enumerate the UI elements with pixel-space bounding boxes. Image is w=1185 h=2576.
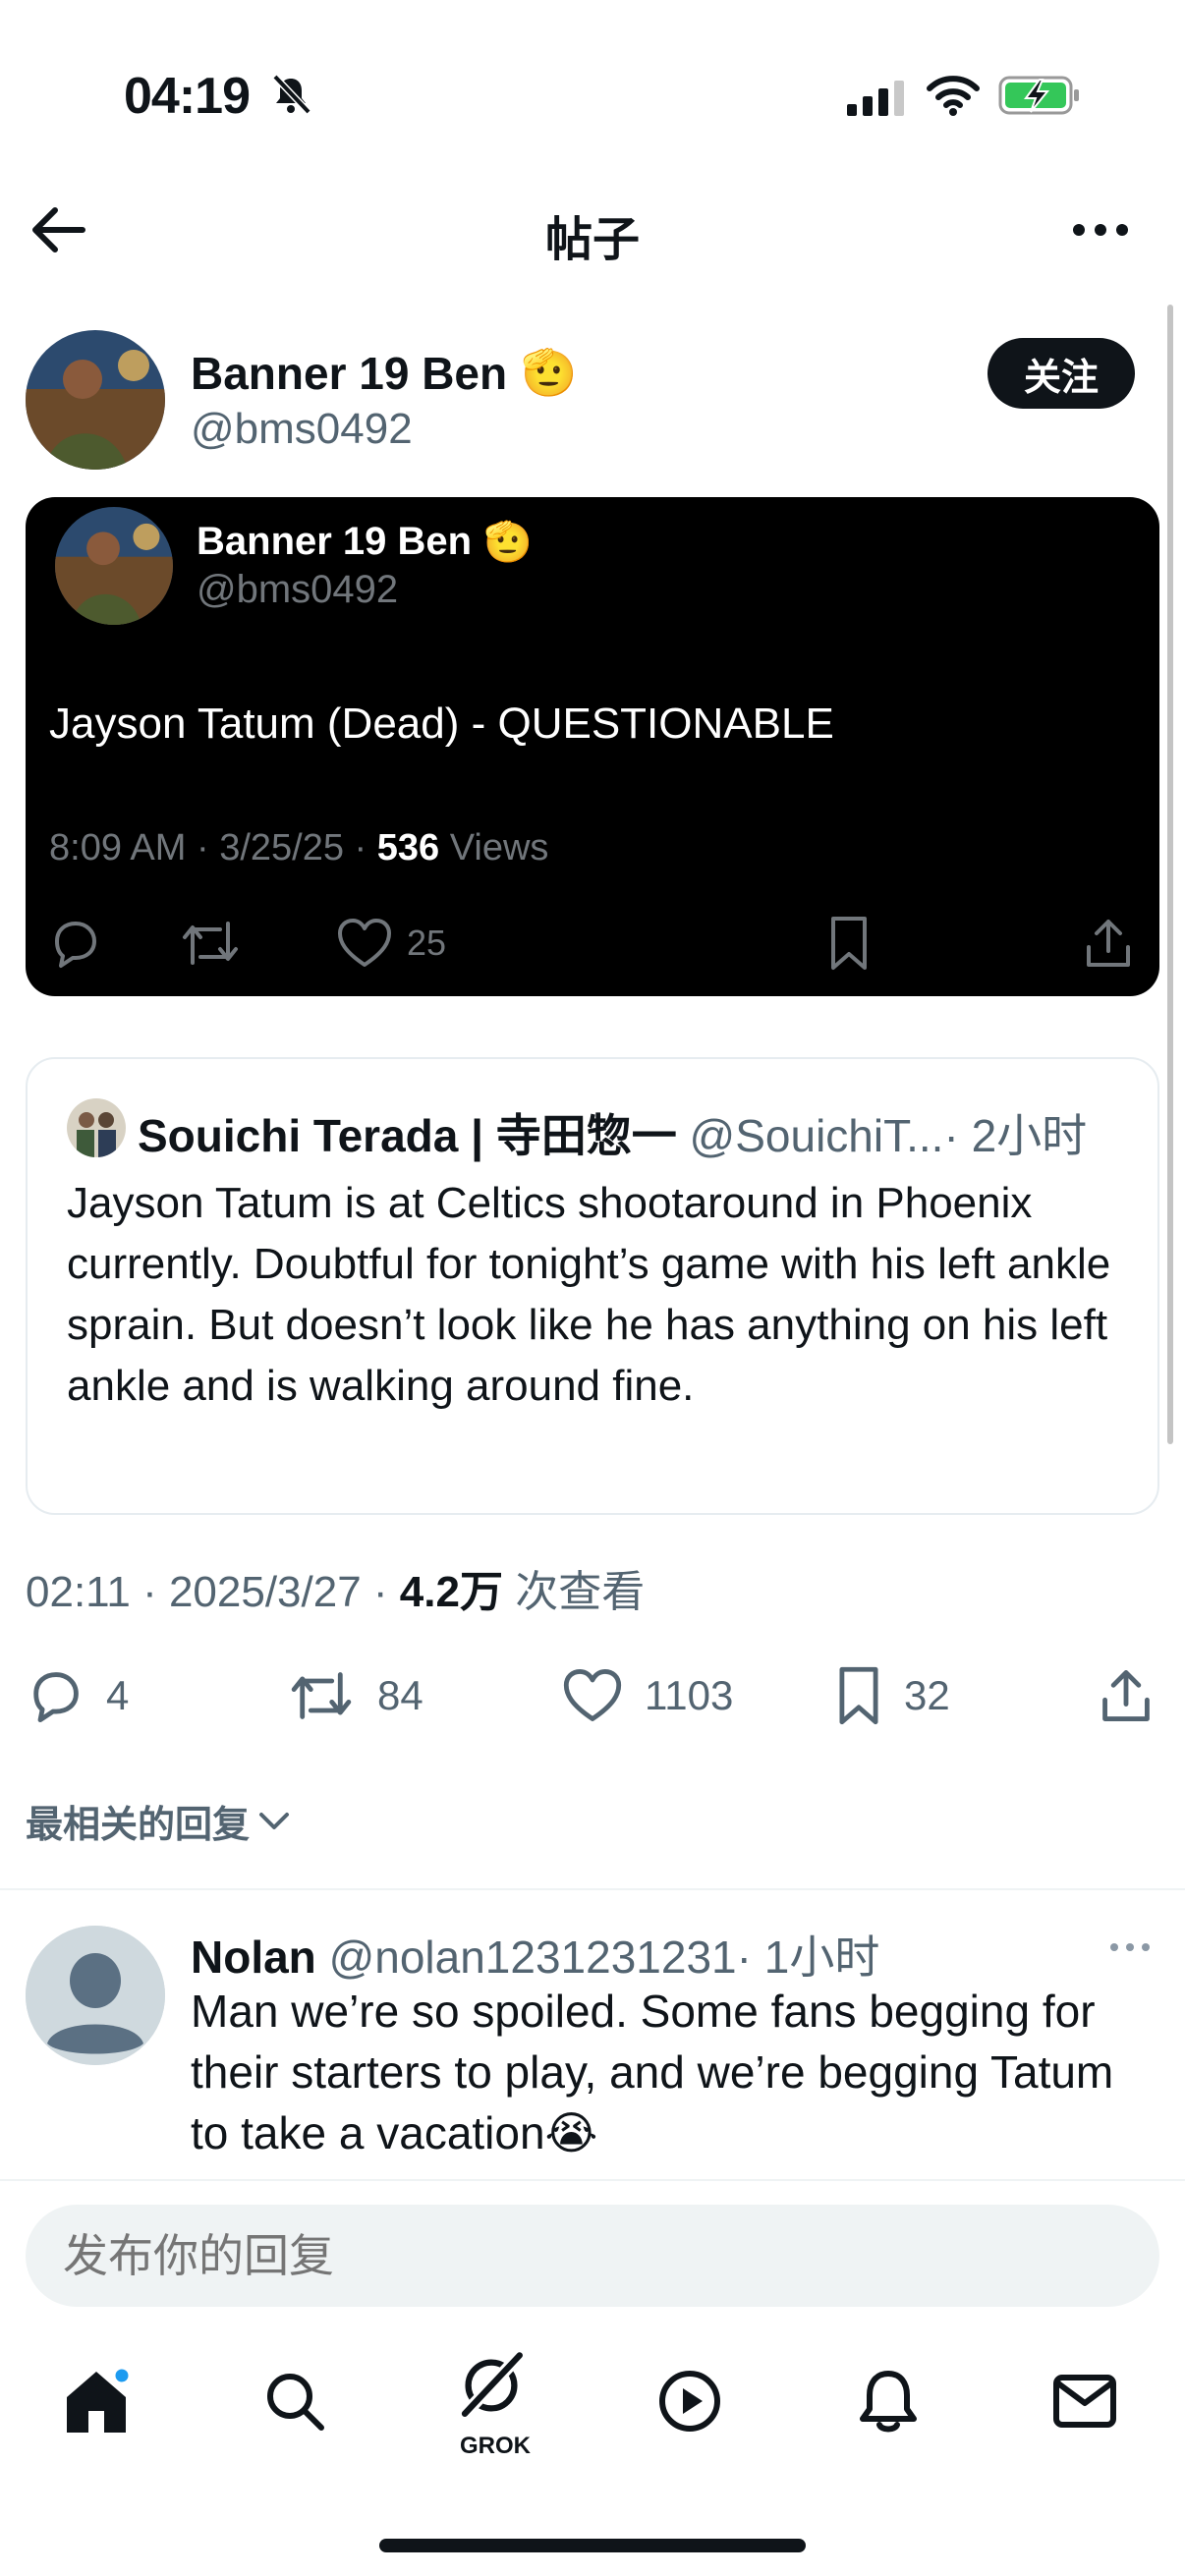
mail-icon xyxy=(1053,2375,1116,2428)
quoted-author-handle: @SouichiT... xyxy=(689,1110,944,1161)
battery-charging-icon xyxy=(998,76,1079,115)
quoted-tweet[interactable]: Souichi Terada | 寺田惣一 @SouichiT...· 2小时 … xyxy=(26,1057,1159,1515)
author-name-text: Banner 19 Ben xyxy=(191,347,508,399)
embedded-tweet-meta: 8:09 AM · 3/25/25 · 536 Views xyxy=(49,827,548,869)
embedded-author-name-text: Banner 19 Ben xyxy=(197,520,473,563)
tab-video[interactable] xyxy=(654,2366,725,2436)
repost-count: 84 xyxy=(377,1672,423,1718)
bookmark-button[interactable]: 32 xyxy=(835,1664,950,1727)
page-title: 帖子 xyxy=(544,214,640,266)
embedded-author-avatar xyxy=(55,507,173,625)
home-icon xyxy=(67,2366,132,2433)
reply-author-handle[interactable]: @nolan1231231231 xyxy=(329,1932,737,1983)
reply-icon xyxy=(33,1672,79,1723)
bookmark-count: 32 xyxy=(904,1672,950,1718)
play-circle-icon xyxy=(659,2371,720,2432)
wifi-icon xyxy=(927,76,980,116)
search-icon xyxy=(267,2374,324,2431)
like-stat: 25 xyxy=(336,914,446,973)
tab-notifications[interactable] xyxy=(853,2366,924,2436)
reply-icon xyxy=(55,922,96,968)
reply-author-name[interactable]: Nolan xyxy=(191,1932,316,1983)
share-button[interactable] xyxy=(1099,1664,1154,1727)
post-time-date: 02:11 · 2025/3/27 · xyxy=(26,1568,400,1616)
like-count: 1103 xyxy=(645,1672,734,1718)
tab-messages[interactable] xyxy=(1049,2366,1120,2436)
chevron-down-icon xyxy=(259,1812,290,1829)
bookmark-icon xyxy=(831,917,867,970)
heart-icon xyxy=(338,919,391,967)
embedded-time-date: 8:09 AM · 3/25/25 · xyxy=(49,827,377,868)
author-avatar[interactable] xyxy=(26,330,165,470)
tab-search[interactable] xyxy=(259,2366,330,2436)
quoted-author-name: Souichi Terada | 寺田惣一 xyxy=(138,1110,677,1161)
silent-bell-icon xyxy=(272,74,311,115)
like-button[interactable]: 1103 xyxy=(562,1664,733,1727)
status-time: 04:19 xyxy=(124,68,251,125)
reply-count: 4 xyxy=(106,1672,130,1718)
embedded-views-count: 536 xyxy=(376,827,440,868)
follow-button[interactable]: 关注 xyxy=(988,338,1135,409)
share-icon xyxy=(1087,920,1130,967)
post-meta: 02:11 · 2025/3/27 · 4.2万 次查看 xyxy=(26,1556,645,1619)
embedded-tweet-image[interactable]: Banner 19 Ben 🫡 @bms0492 Jayson Tatum (D… xyxy=(26,497,1159,996)
scrollbar[interactable] xyxy=(1167,305,1173,1444)
repost-icon xyxy=(291,1672,352,1719)
heart-icon xyxy=(563,1669,622,1721)
post-views-count: 4.2万 xyxy=(399,1568,503,1616)
post-views-label: 次查看 xyxy=(502,1568,646,1616)
reply-author-avatar[interactable] xyxy=(26,1926,165,2065)
reply-header: Nolan @nolan1231231231· 1小时 xyxy=(191,1922,879,1987)
share-icon xyxy=(1102,1670,1150,1721)
quoted-time: · 2小时 xyxy=(943,1110,1088,1161)
reply-text: Man we’re so spoiled. Some fans begging … xyxy=(191,1986,1114,2158)
author-name[interactable]: Banner 19 Ben 🫡 xyxy=(191,346,577,400)
more-options-icon[interactable] xyxy=(1071,222,1130,238)
salute-emoji-icon: 🫡 xyxy=(521,347,578,398)
salute-emoji-icon: 🫡 xyxy=(483,521,533,564)
bell-icon xyxy=(860,2371,917,2433)
bookmark-icon xyxy=(839,1666,878,1725)
replies-sort-dropdown[interactable]: 最相关的回复 xyxy=(26,1794,291,1848)
embedded-views-label: Views xyxy=(439,827,549,868)
divider xyxy=(0,1888,1185,1890)
grok-icon xyxy=(461,2352,523,2417)
tab-home[interactable] xyxy=(61,2366,132,2436)
reply-more-options-icon[interactable] xyxy=(1108,1941,1152,1953)
embedded-tweet-text: Jayson Tatum (Dead) - QUESTIONABLE xyxy=(49,700,834,748)
embedded-author-name: Banner 19 Ben 🫡 xyxy=(197,519,533,565)
quoted-header: Souichi Terada | 寺田惣一 @SouichiT...· 2小时 xyxy=(138,1100,1087,1165)
repost-icon xyxy=(183,922,238,965)
tab-grok-label: GROK xyxy=(460,2433,531,2459)
embedded-like-count: 25 xyxy=(407,923,447,963)
embedded-author-handle: @bms0492 xyxy=(197,568,399,611)
author-handle[interactable]: @bms0492 xyxy=(191,405,413,454)
replies-sort-label: 最相关的回复 xyxy=(26,1805,251,1846)
quoted-author-avatar xyxy=(67,1098,126,1157)
reply-button[interactable]: 4 xyxy=(26,1664,129,1727)
reply-input[interactable] xyxy=(26,2205,1159,2307)
cellular-signal-icon xyxy=(847,81,904,116)
tab-grok[interactable] xyxy=(456,2350,527,2421)
quoted-tweet-text: Jayson Tatum is at Celtics shootaround i… xyxy=(67,1179,1111,1410)
divider xyxy=(0,2179,1185,2181)
repost-button[interactable]: 84 xyxy=(287,1664,423,1727)
reply-time: · 1小时 xyxy=(736,1932,880,1983)
home-indicator[interactable] xyxy=(379,2539,806,2552)
